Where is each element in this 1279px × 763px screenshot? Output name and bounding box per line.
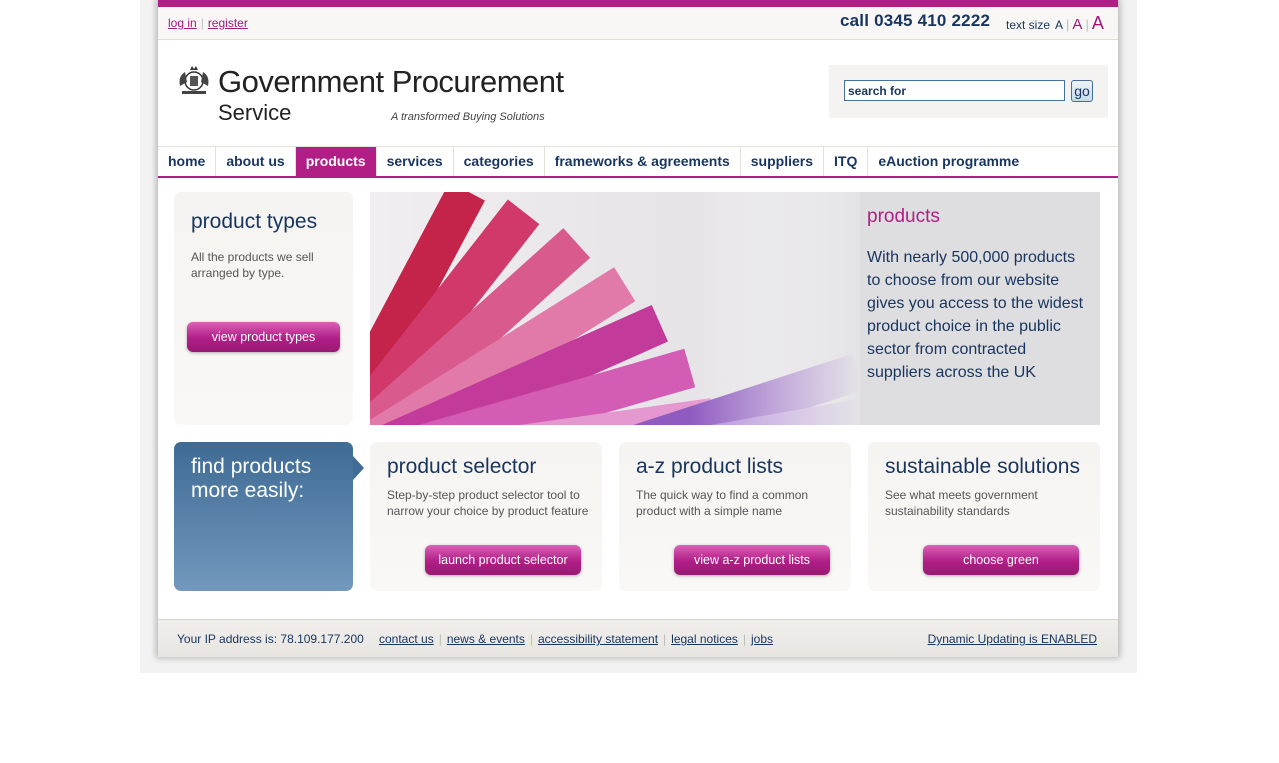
- divider: |: [200, 16, 204, 30]
- nav-suppliers[interactable]: suppliers: [741, 147, 825, 176]
- az-product-lists-title: a-z product lists: [636, 455, 784, 478]
- launch-product-selector-button[interactable]: launch product selector: [425, 545, 581, 575]
- divider: |: [742, 632, 747, 646]
- sustainable-solutions-title: sustainable solutions: [885, 455, 1080, 478]
- site-logo[interactable]: Government Procurement Service A transfo…: [176, 60, 564, 130]
- footer-links: contact us | news & events | accessibility s…: [379, 632, 773, 646]
- text-size-small[interactable]: A: [1055, 18, 1063, 32]
- az-product-lists-text: The quick way to find a common product w…: [636, 488, 809, 518]
- register-link[interactable]: register: [208, 16, 248, 30]
- product-types-title: product types: [191, 210, 318, 233]
- product-types-panel: product types All the products we sell a…: [174, 192, 353, 425]
- logo-tagline: A transformed Buying Solutions: [391, 111, 545, 123]
- product-selector-title: product selector: [387, 455, 537, 478]
- divider: |: [663, 632, 667, 646]
- footer-link-accessibility[interactable]: accessibility statement: [538, 632, 658, 646]
- login-link[interactable]: log in: [168, 16, 197, 30]
- divider: |: [529, 632, 533, 646]
- view-product-types-button[interactable]: view product types: [187, 322, 340, 352]
- search-input[interactable]: [844, 80, 1065, 101]
- product-selector-panel: product selector Step-by-step product se…: [370, 442, 602, 591]
- az-product-lists-panel: a-z product lists The quick way to find …: [619, 442, 851, 591]
- utility-bar: log in | register call 0345 410 2222 text …: [158, 7, 1118, 40]
- footer: Your IP address is: 78.109.177.200 conta…: [158, 619, 1118, 657]
- product-types-text: All the products we sell arranged by typ…: [191, 250, 314, 280]
- logo-subtitle: Service: [218, 100, 292, 125]
- nav-frameworks[interactable]: frameworks & agreements: [545, 147, 741, 176]
- hero-text: With nearly 500,000 products to choose f…: [867, 249, 1084, 381]
- text-size-label: text size: [1006, 18, 1051, 32]
- logo-title: Government Procurement: [218, 64, 564, 99]
- dynamic-updating-link[interactable]: Dynamic Updating is ENABLED: [928, 632, 1097, 646]
- text-size-large[interactable]: A: [1092, 13, 1104, 34]
- panel-arrow-icon: [353, 456, 364, 480]
- find-products-text: find products more easily:: [191, 455, 312, 502]
- nav-itq[interactable]: ITQ: [824, 147, 869, 176]
- nav-eauction[interactable]: eAuction programme: [868, 147, 1029, 176]
- footer-link-contact[interactable]: contact us: [379, 632, 434, 646]
- account-links: log in | register: [168, 16, 248, 30]
- top-accent-bar: [158, 0, 1118, 7]
- nav-about-us[interactable]: about us: [216, 147, 296, 176]
- royal-crest-icon: [179, 66, 209, 94]
- footer-link-legal[interactable]: legal notices: [671, 632, 738, 646]
- nav-services[interactable]: services: [377, 147, 454, 176]
- nav-home[interactable]: home: [158, 147, 217, 176]
- divider: |: [1085, 17, 1089, 32]
- divider: |: [438, 632, 442, 646]
- choose-green-button[interactable]: choose green: [923, 545, 1079, 575]
- ip-address: Your IP address is: 78.109.177.200: [177, 632, 364, 646]
- sustainable-solutions-text: See what meets government sustainability…: [885, 488, 1038, 518]
- product-selector-text: Step-by-step product selector tool to na…: [387, 488, 589, 518]
- page-container: log in | register call 0345 410 2222 text …: [158, 0, 1118, 657]
- search-box: go: [829, 65, 1108, 118]
- footer-link-jobs[interactable]: jobs: [751, 632, 773, 646]
- text-size-medium[interactable]: A: [1072, 16, 1082, 33]
- main-nav: home about us products services categori…: [158, 146, 1118, 178]
- sustainable-solutions-panel: sustainable solutions See what meets gov…: [868, 442, 1100, 591]
- search-go-button[interactable]: go: [1071, 80, 1093, 102]
- view-az-product-lists-button[interactable]: view a-z product lists: [674, 545, 830, 575]
- nav-products[interactable]: products: [295, 147, 377, 176]
- find-products-panel: find products more easily:: [174, 442, 364, 591]
- footer-link-news[interactable]: news & events: [447, 632, 525, 646]
- text-size-control: text size A | A | A: [1006, 13, 1104, 34]
- hero-title: products: [867, 206, 940, 227]
- nav-categories[interactable]: categories: [454, 147, 545, 176]
- phone-number: call 0345 410 2222: [840, 11, 991, 30]
- divider: |: [1066, 17, 1070, 32]
- hero-banner: products With nearly 500,000 products to…: [370, 192, 1100, 425]
